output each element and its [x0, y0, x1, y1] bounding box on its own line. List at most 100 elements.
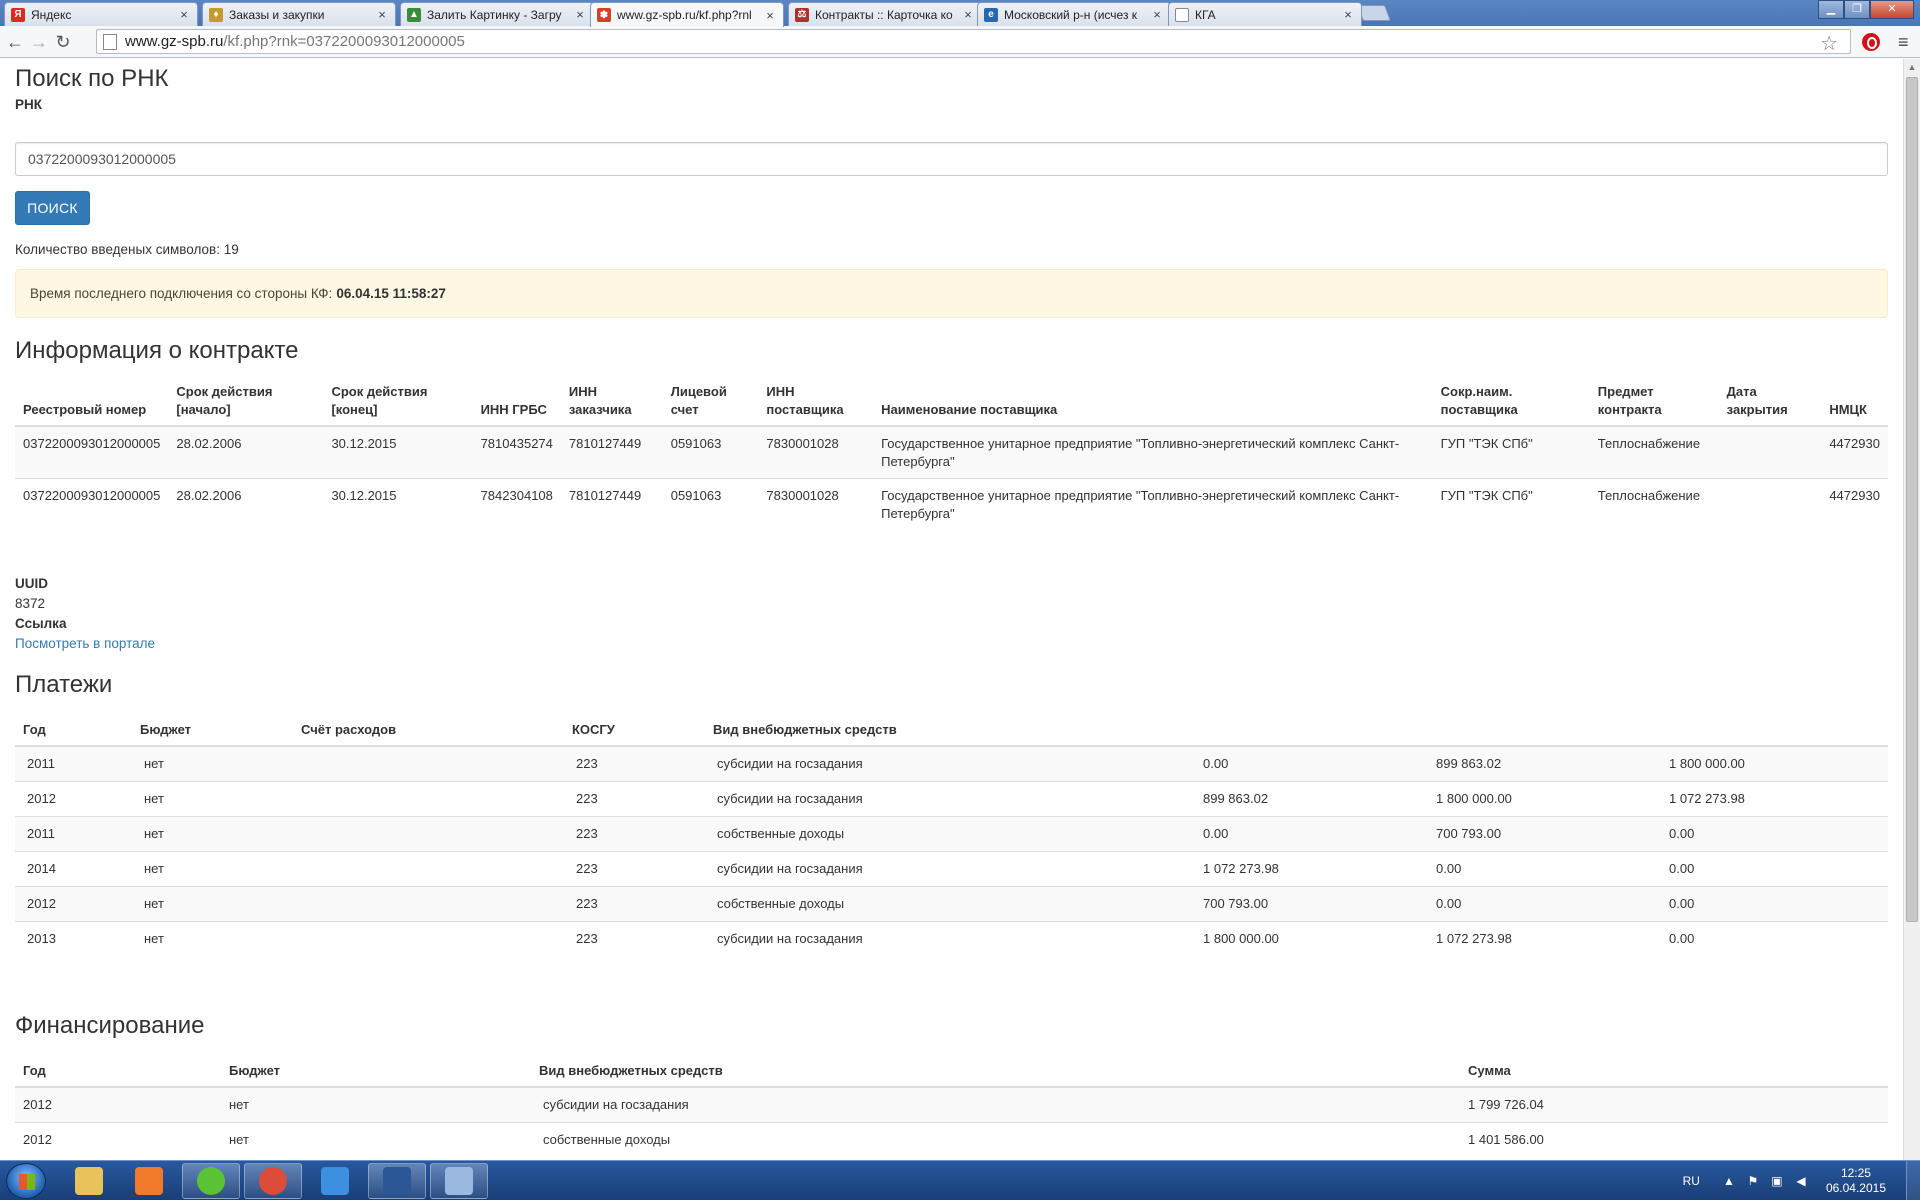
cell-kind: собственные доходы [705, 885, 1191, 921]
clock-date: 06.04.2015 [1825, 1181, 1886, 1195]
search-button[interactable]: ПОИСК [15, 191, 90, 225]
financing-table: Год Бюджет Вид внебюджетных средств Сумм… [15, 1056, 1888, 1157]
tab-title: Залить Картинку - Загру [427, 7, 562, 22]
taskbar-internet-explorer-button[interactable] [306, 1163, 364, 1199]
tab-close-icon[interactable]: × [573, 7, 587, 22]
back-button[interactable]: ← [4, 31, 26, 53]
browser-tab[interactable]: ✽ www.gz-spb.ru/kf.php?rnl × [590, 2, 784, 27]
cell-reg: 0372200093012000005 [15, 478, 169, 530]
table-row: 2014 нет 223 субсидии на госзадания 1 072 27… [15, 850, 1888, 886]
last-connection-alert: Время последнего подключения со стороны … [15, 269, 1888, 318]
taskbar-media-player-button[interactable] [120, 1163, 178, 1199]
scrollbar-thumb[interactable] [1906, 77, 1918, 922]
tray-expand-icon[interactable]: ▲ [1722, 1174, 1736, 1188]
cell-budget: нет [132, 815, 293, 851]
tab-close-icon[interactable]: × [177, 7, 191, 22]
restore-icon[interactable]: ❐ [1844, 0, 1870, 19]
taskbar-paint-button[interactable] [430, 1163, 488, 1199]
taskbar: RU ▲ ⚑ ▣ ◀ 12:25 06.04.2015 [0, 1160, 1920, 1200]
uuid-label: UUID [15, 576, 48, 591]
cell-inn-customer: 7810127449 [560, 425, 663, 479]
reload-button[interactable]: ↻ [52, 31, 74, 53]
col-nmck: НМЦК [1821, 377, 1888, 427]
rnk-input[interactable] [15, 142, 1888, 176]
page-scrollbar[interactable]: ▲ [1903, 59, 1920, 1160]
address-bar[interactable]: www.gz-spb.ru/kf.php?rnk=037220009301200… [96, 29, 1851, 56]
bookmark-star-icon[interactable]: ☆ [1820, 31, 1838, 56]
word-icon [383, 1167, 411, 1195]
taskbar-word-button[interactable] [368, 1163, 426, 1199]
tab-title: Яндекс [31, 7, 72, 22]
tab-title: www.gz-spb.ru/kf.php?rnl [617, 8, 752, 22]
col-inn-supplier: ИНН поставщика [758, 377, 874, 427]
language-indicator[interactable]: RU [1683, 1174, 1700, 1188]
clock[interactable]: 12:25 06.04.2015 [1826, 1166, 1886, 1196]
cell-budget: нет [132, 920, 293, 956]
cell-kosgu: 223 [564, 780, 705, 816]
page-icon [103, 33, 117, 50]
tab-favicon-icon: ✽ [597, 8, 611, 22]
network-icon[interactable]: ▣ [1770, 1174, 1784, 1188]
taskbar-chrome-button[interactable] [244, 1163, 302, 1199]
cell-expense-account [293, 815, 564, 851]
menu-icon[interactable]: ≡ [1898, 33, 1909, 51]
close-window-icon[interactable]: ✕ [1870, 0, 1914, 19]
browser-tab[interactable]: ⚖ Контракты :: Карточка ко × [788, 2, 982, 26]
col-inn-customer: ИНН заказчика [560, 377, 663, 427]
cell-supplier-name: Государственное унитарное предприятие "Т… [873, 425, 1433, 479]
browser-tab[interactable]: ♦ Заказы и закупки × [202, 2, 396, 26]
action-center-flag-icon[interactable]: ⚑ [1746, 1174, 1760, 1188]
col-supplier-short: Сокр.наим. поставщика [1432, 377, 1590, 427]
cell-kind: субсидии на госзадания [705, 850, 1191, 886]
tab-close-icon[interactable]: × [375, 7, 389, 22]
rnk-label: РНК [15, 97, 42, 112]
cell-sum: 1 401 586.00 [1460, 1121, 1888, 1157]
browser-tab[interactable]: КГА × [1168, 2, 1362, 26]
tab-close-icon[interactable]: × [1341, 7, 1355, 22]
forward-button[interactable]: → [28, 31, 50, 53]
taskbar-icq-button[interactable] [182, 1163, 240, 1199]
tab-title: КГА [1195, 7, 1216, 22]
portal-link[interactable]: Посмотреть в портале [15, 636, 155, 651]
chrome-icon [259, 1167, 287, 1195]
alert-time: 06.04.15 11:58:27 [336, 286, 446, 301]
payments-header-row: Год Бюджет Счёт расходов КОСГУ Вид внебю… [15, 715, 1888, 747]
tab-favicon-icon: ♦ [209, 7, 223, 22]
tab-close-icon[interactable]: × [763, 8, 777, 23]
cell-kind: собственные доходы [531, 1121, 1460, 1157]
cell-kosgu: 223 [564, 885, 705, 921]
volume-icon[interactable]: ◀ [1794, 1174, 1808, 1188]
tab-title: Московский р-н (исчез к [1004, 7, 1138, 22]
tab-favicon-icon: Я [11, 7, 25, 22]
cell-expense-account [293, 780, 564, 816]
show-desktop-button[interactable] [1906, 1161, 1920, 1200]
cell-inn-grbs: 7842304108 [472, 478, 561, 530]
cell-expense-account [293, 920, 564, 956]
cell-account: 0591063 [662, 425, 759, 479]
scroll-up-icon[interactable]: ▲ [1904, 59, 1920, 75]
cell-amount-1: 1 072 273.98 [1191, 850, 1424, 886]
col-close-date: Дата закрытия [1718, 377, 1822, 427]
taskbar-explorer-button[interactable] [60, 1163, 118, 1199]
minimize-icon[interactable]: ▁ [1818, 0, 1844, 19]
browser-tab[interactable]: e Московский р-н (исчез к × [977, 2, 1171, 26]
col-account: Лицевой счет [662, 377, 759, 427]
browser-tab[interactable]: ▲ Залить Картинку - Загру × [400, 2, 594, 26]
paint-icon [445, 1167, 473, 1195]
start-button[interactable] [6, 1163, 46, 1199]
cell-amount-3: 0.00 [1657, 920, 1888, 956]
financing-title: Финансирование [15, 1012, 205, 1039]
cell-nmck: 4472930 [1821, 478, 1888, 530]
col-reg-number: Реестровый номер [15, 377, 169, 427]
cell-amount-2: 1 800 000.00 [1424, 780, 1657, 816]
tab-close-icon[interactable]: × [1150, 7, 1164, 22]
cell-amount-1: 0.00 [1191, 815, 1424, 851]
opera-extension-icon[interactable] [1862, 33, 1880, 51]
cell-budget: нет [221, 1121, 531, 1157]
cell-amount-3: 0.00 [1657, 850, 1888, 886]
cell-amount-2: 0.00 [1424, 885, 1657, 921]
cell-budget: нет [132, 885, 293, 921]
browser-tab[interactable]: Я Яндекс × [4, 2, 198, 26]
new-tab-button[interactable] [1357, 5, 1391, 21]
tab-close-icon[interactable]: × [961, 7, 975, 22]
